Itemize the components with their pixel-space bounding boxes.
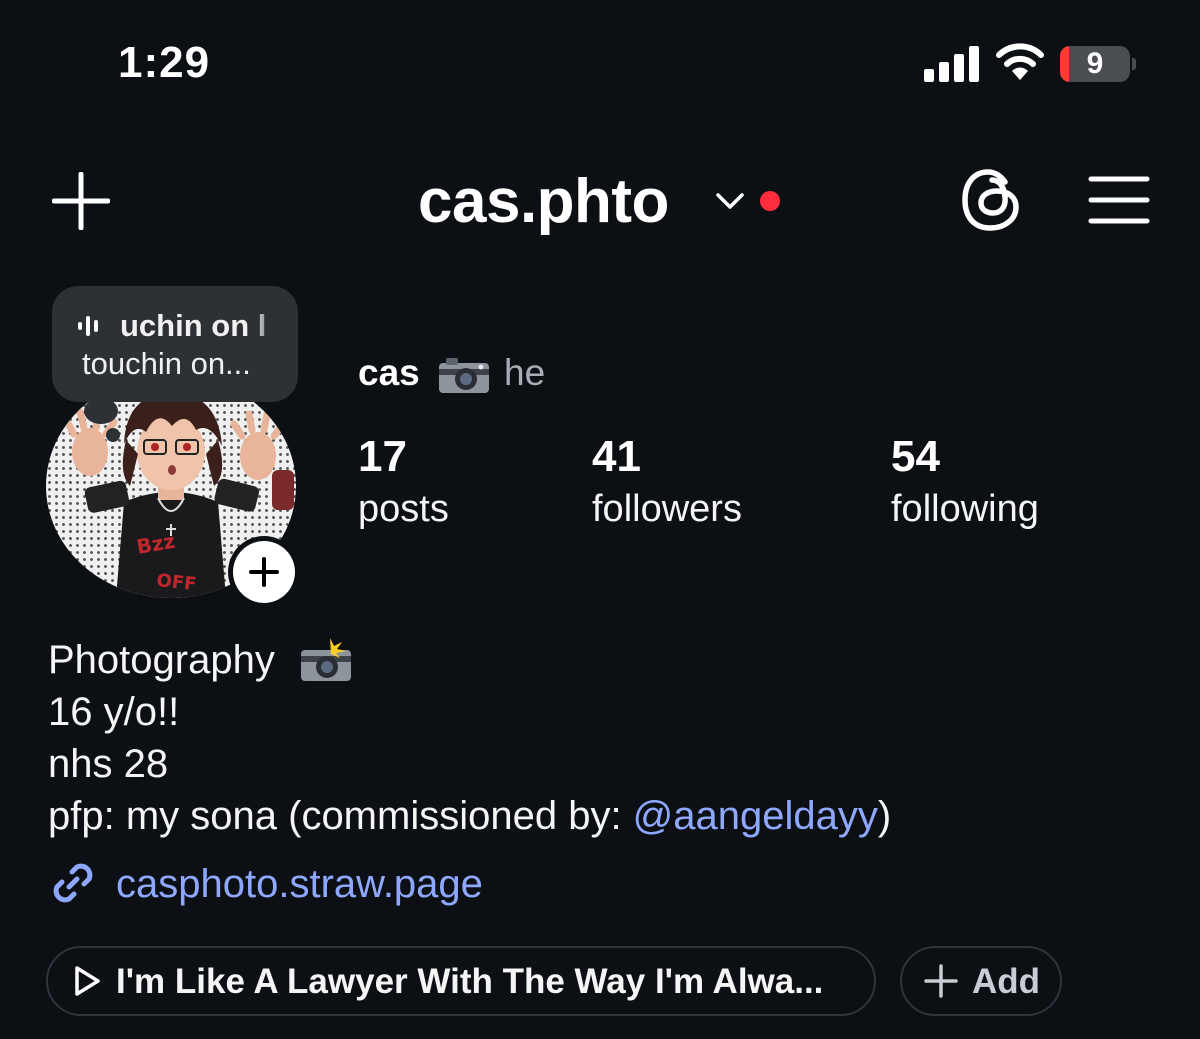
svg-text:OFF: OFF bbox=[155, 570, 197, 595]
music-title[interactable]: I'm Like A Lawyer With The Way I'm Alwa.… bbox=[116, 962, 823, 1002]
posts-label[interactable]: posts bbox=[358, 488, 449, 531]
plus-icon bbox=[249, 557, 279, 587]
threads-icon[interactable] bbox=[960, 168, 1022, 232]
bio-line-3: nhs 28 bbox=[48, 742, 169, 786]
status-time: 1:29 bbox=[118, 38, 211, 87]
note-bubble-tail bbox=[106, 428, 120, 442]
camera-flash-emoji bbox=[301, 638, 351, 681]
followers-count[interactable]: 41 bbox=[592, 432, 641, 482]
cellular-signal-icon bbox=[924, 46, 980, 82]
note-text: touchin on... bbox=[82, 346, 251, 381]
menu-icon[interactable] bbox=[1088, 175, 1150, 225]
plus-icon[interactable] bbox=[52, 172, 110, 230]
notification-dot bbox=[760, 191, 780, 211]
bio-text: pfp: my sona (commissioned by: bbox=[48, 794, 633, 838]
add-story-button[interactable] bbox=[228, 536, 300, 608]
bio-text: ) bbox=[877, 794, 892, 838]
bio-line-2: 16 y/o!! bbox=[48, 690, 180, 734]
following-count[interactable]: 54 bbox=[891, 432, 940, 482]
bio-text: Photography bbox=[48, 638, 275, 682]
battery-icon: 9 bbox=[1060, 46, 1136, 84]
bio-link[interactable]: casphoto.straw.page bbox=[116, 862, 483, 907]
bio-line-1: Photography bbox=[48, 638, 275, 683]
note-fade bbox=[250, 304, 284, 348]
play-icon bbox=[75, 966, 100, 996]
profile-username[interactable]: cas.phto bbox=[418, 166, 669, 237]
display-name: cas bbox=[358, 352, 420, 393]
pronouns: he bbox=[504, 352, 546, 393]
chevron-down-icon[interactable] bbox=[712, 186, 748, 216]
posts-count[interactable]: 17 bbox=[358, 432, 407, 482]
battery-level: 9 bbox=[1086, 47, 1104, 80]
audio-bars-icon bbox=[78, 316, 98, 336]
plus-icon bbox=[924, 964, 958, 998]
mention-link[interactable]: @aangeldayy bbox=[633, 794, 878, 838]
bio-line-4: pfp: my sona (commissioned by: @aangelda… bbox=[48, 794, 891, 839]
following-label[interactable]: following bbox=[891, 488, 1039, 531]
wifi-icon bbox=[996, 43, 1044, 80]
add-label[interactable]: Add bbox=[972, 962, 1040, 1002]
followers-label[interactable]: followers bbox=[592, 488, 742, 531]
note-scrolling-text: uchin on l bbox=[120, 308, 267, 343]
link-icon bbox=[53, 863, 93, 903]
camera-emoji bbox=[439, 358, 489, 393]
